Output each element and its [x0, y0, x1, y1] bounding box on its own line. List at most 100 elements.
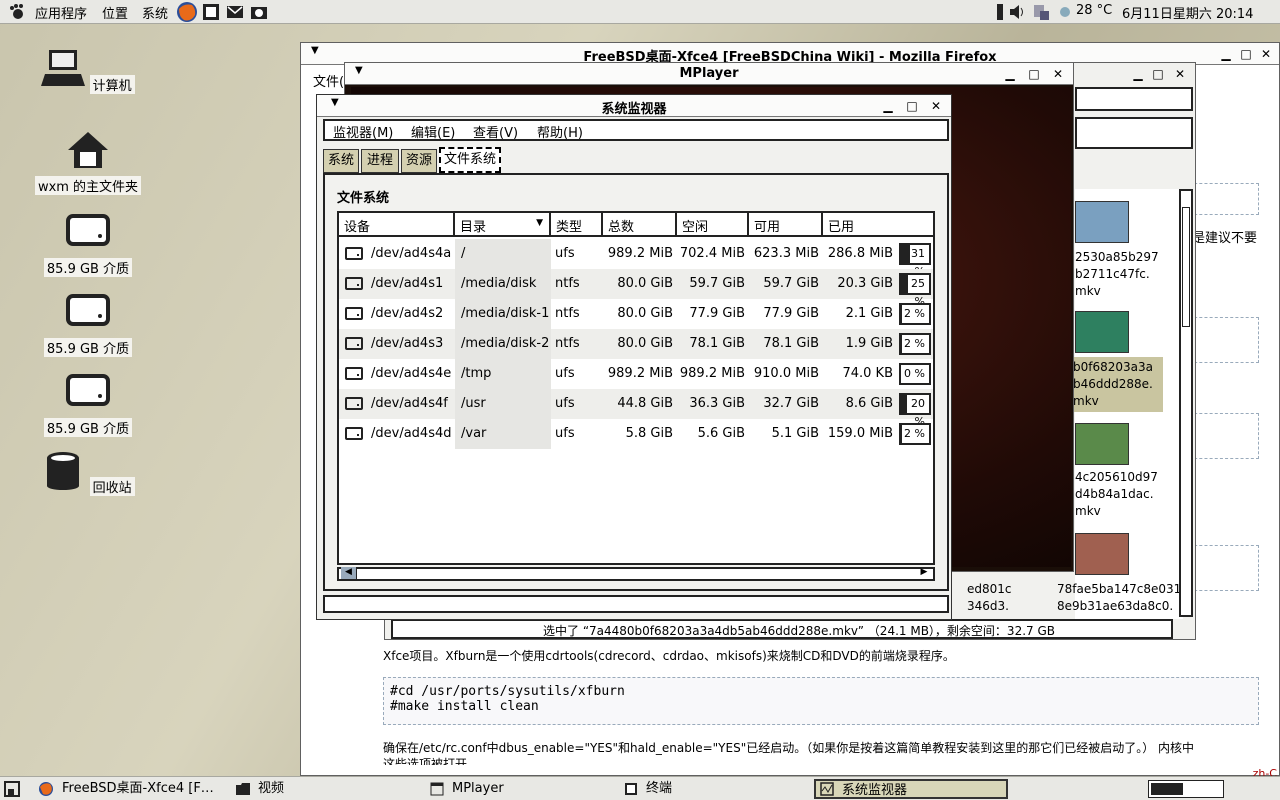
- clock[interactable]: 6月11日星期六 20:14: [1122, 3, 1253, 22]
- total-cell: 989.2 MiB: [607, 246, 673, 261]
- vertical-scrollbar[interactable]: [1179, 189, 1193, 617]
- location-bar[interactable]: [1075, 87, 1193, 111]
- scroll-left-icon[interactable]: ◀: [341, 567, 357, 579]
- sysmon-title: 系统监视器: [601, 102, 667, 117]
- column-header-directory[interactable]: 目录 ▼: [455, 213, 551, 237]
- menu-places[interactable]: 位置: [102, 3, 128, 22]
- mail-launcher-icon[interactable]: [226, 3, 244, 21]
- file-name[interactable]: 4c205610d97 d4b84a1dac. mkv: [1075, 469, 1165, 520]
- table-row[interactable]: /dev/ad4s4a / ufs 989.2 MiB 702.4 MiB 623.3 M…: [339, 239, 933, 278]
- maximize-icon[interactable]: □: [1027, 67, 1041, 81]
- firefox-launcher-icon[interactable]: [176, 1, 198, 23]
- home-folder-icon: [68, 132, 108, 168]
- terminal-launcher-icon[interactable]: [202, 3, 220, 21]
- table-row[interactable]: /dev/ad4s2/media/disk-1 ntfs 80.0 GiB 77.9 …: [339, 299, 933, 329]
- firefox-menu-file[interactable]: 文件(: [313, 71, 344, 90]
- mplayer-titlebar[interactable]: ▼ MPlayer ▁ □ ✕: [345, 63, 1073, 85]
- minimize-icon[interactable]: ▁: [881, 99, 895, 113]
- scroll-right-icon[interactable]: ▶: [917, 567, 931, 577]
- avail-cell: 59.7 GiB: [763, 276, 819, 291]
- taskbar-item-videos[interactable]: 视频: [232, 779, 412, 799]
- close-icon[interactable]: ✕: [1259, 47, 1273, 61]
- minimize-icon[interactable]: ▁: [1219, 47, 1233, 61]
- table-row[interactable]: /dev/ad4s4e/tmp ufs 989.2 MiB 989.2 MiB 910.…: [339, 359, 933, 389]
- menu-applications[interactable]: 应用程序: [35, 3, 87, 22]
- desktop-icon-computer[interactable]: 计算机: [33, 48, 143, 94]
- close-icon[interactable]: ✕: [929, 99, 943, 113]
- tab-processes[interactable]: 进程: [361, 149, 399, 173]
- table-row[interactable]: /dev/ad4s4d/var ufs 5.8 GiB 5.6 GiB 5.1 GiB 1…: [339, 419, 933, 449]
- maximize-icon[interactable]: □: [1151, 67, 1165, 81]
- system-monitor-icon: [820, 782, 834, 796]
- file-name[interactable]: 78fae5ba147c8e031 8e9b31ae63da8c0.: [1057, 581, 1181, 615]
- taskbar-item-mplayer[interactable]: MPlayer: [426, 779, 606, 799]
- weather-temp[interactable]: 28 °C: [1076, 3, 1112, 18]
- close-icon[interactable]: ✕: [1051, 67, 1065, 81]
- menu-edit[interactable]: 编辑(E): [411, 122, 455, 141]
- sysmon-titlebar[interactable]: ▼ 系统监视器 ▁ □ ✕: [317, 95, 951, 117]
- file-name[interactable]: ed801c 346d3.: [967, 581, 1012, 615]
- used-cell: 159.0 MiB: [827, 426, 893, 441]
- file-icon-view[interactable]: 2530a85b297 b2711c47fc. mkv b0f68203a3a …: [1071, 189, 1183, 619]
- dir-cell: /tmp: [461, 366, 492, 381]
- column-header-used[interactable]: 已用: [823, 213, 933, 237]
- tab-system[interactable]: 系统: [323, 149, 359, 173]
- column-header-device[interactable]: 设备: [339, 213, 455, 237]
- total-cell: 80.0 GiB: [617, 336, 673, 351]
- used-cell: 74.0 KB: [842, 366, 893, 381]
- desktop-icon-drive-3[interactable]: 85.9 GB 介质: [33, 372, 143, 437]
- show-desktop-icon[interactable]: [4, 781, 20, 797]
- avail-cell: 5.1 GiB: [771, 426, 819, 441]
- table-row[interactable]: /dev/ad4s3/media/disk-2 ntfs 80.0 GiB 78.1 …: [339, 329, 933, 359]
- close-icon[interactable]: ✕: [1173, 67, 1187, 81]
- file-thumbnail[interactable]: [1075, 311, 1129, 353]
- table-row[interactable]: /dev/ad4s4f/usr ufs 44.8 GiB 36.3 GiB 32.7 G…: [339, 389, 933, 428]
- minimize-icon[interactable]: ▁: [1131, 67, 1145, 81]
- device-cell: /dev/ad4s3: [371, 336, 444, 351]
- taskbar-item-firefox[interactable]: FreeBSD桌面-Xfce4 [F…: [36, 779, 226, 799]
- usage-percent: 0 %: [904, 367, 925, 380]
- network-icon[interactable]: [1032, 3, 1050, 21]
- volume-icon[interactable]: [1008, 3, 1026, 21]
- desktop-icon-trash[interactable]: 回收站: [33, 450, 143, 496]
- menu-view[interactable]: 查看(V): [473, 122, 518, 141]
- workspace-switcher[interactable]: [1148, 780, 1224, 798]
- desktop-icon-drive-1[interactable]: 85.9 GB 介质: [33, 212, 143, 277]
- usage-bar-fill: [901, 275, 908, 293]
- article-text-3: 这些选项被打开: [383, 757, 468, 765]
- file-thumbnail[interactable]: [1075, 533, 1129, 575]
- desktop-icon-home[interactable]: wxm 的主文件夹: [33, 130, 143, 195]
- column-header-total[interactable]: 总数: [603, 213, 677, 237]
- file-name[interactable]: 2530a85b297 b2711c47fc. mkv: [1075, 249, 1165, 300]
- tab-filesystems[interactable]: 文件系统: [439, 147, 501, 173]
- usage-bar-fill: [901, 335, 902, 353]
- menu-help[interactable]: 帮助(H): [537, 122, 583, 141]
- column-header-type[interactable]: 类型: [551, 213, 603, 237]
- maximize-icon[interactable]: □: [1239, 47, 1253, 61]
- file-thumbnail[interactable]: [1075, 201, 1129, 243]
- weather-icon[interactable]: [1056, 3, 1074, 21]
- status-text: 选中了 “7a4480b0f68203a3a4db5ab46ddd288e.mk…: [543, 624, 1055, 638]
- taskbar-item-system-monitor[interactable]: 系统监视器: [814, 779, 1008, 799]
- column-header-free[interactable]: 空闲: [677, 213, 749, 237]
- scrollbar-thumb[interactable]: [1182, 207, 1190, 327]
- sysmon-statusbar: [323, 595, 949, 613]
- minimize-icon[interactable]: ▁: [1003, 67, 1017, 81]
- file-thumbnail[interactable]: [1075, 423, 1129, 465]
- gnome-foot-icon[interactable]: [8, 3, 26, 21]
- file-name-selected[interactable]: b0f68203a3a b46ddd288e. mkv: [1071, 357, 1163, 412]
- tab-resources[interactable]: 资源: [401, 149, 437, 173]
- column-header-available[interactable]: 可用: [749, 213, 823, 237]
- desktop-icon-drive-2[interactable]: 85.9 GB 介质: [33, 292, 143, 357]
- table-row[interactable]: /dev/ad4s1/media/disk ntfs 80.0 GiB 59.7 Gi…: [339, 269, 933, 308]
- total-cell: 5.8 GiB: [625, 426, 673, 441]
- workspace-active[interactable]: [1151, 783, 1183, 795]
- search-bar[interactable]: [1075, 117, 1193, 149]
- menu-monitor[interactable]: 监视器(M): [333, 122, 393, 141]
- taskbar-item-terminal[interactable]: 终端: [620, 779, 800, 799]
- camera-launcher-icon[interactable]: [250, 3, 268, 21]
- maximize-icon[interactable]: □: [905, 99, 919, 113]
- menu-system[interactable]: 系统: [142, 3, 168, 22]
- type-cell: ufs: [555, 426, 575, 441]
- horizontal-scrollbar[interactable]: ◀ ▶: [337, 567, 935, 581]
